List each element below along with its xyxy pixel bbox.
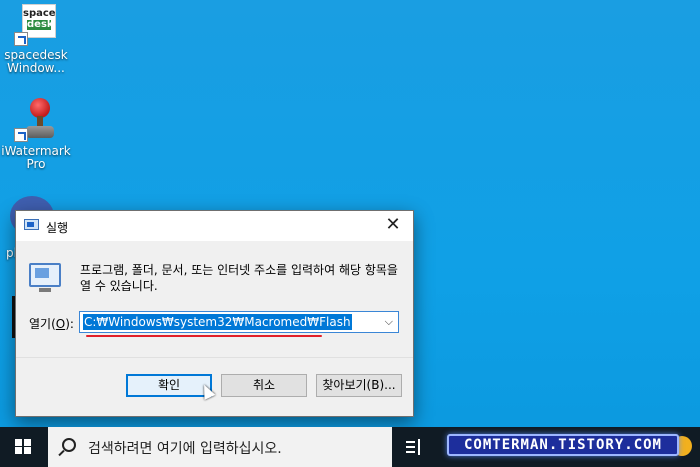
shortcut-arrow-icon: [14, 32, 28, 46]
chevron-down-icon[interactable]: ⌵: [385, 315, 393, 329]
highlight-underline: [86, 335, 322, 337]
shortcut-arrow-icon: [14, 128, 28, 142]
run-icon: [24, 219, 39, 232]
open-label: 열기(O):: [29, 317, 74, 331]
open-combobox[interactable]: C:₩Windows₩system32₩Macromed₩Flash ⌵: [79, 311, 399, 333]
start-button[interactable]: [0, 427, 48, 467]
desktop-icon-iwatermark[interactable]: iWatermark Pro: [0, 98, 72, 171]
close-icon: ✕: [385, 214, 401, 235]
close-button[interactable]: ✕: [373, 211, 413, 241]
watermark-badge: COMTERMAN.TISTORY.COM: [447, 434, 679, 456]
open-input-value[interactable]: C:₩Windows₩system32₩Macromed₩Flash: [83, 314, 352, 330]
run-program-icon: [29, 263, 63, 293]
desktop-icon-spacedesk[interactable]: space desk spacedesk Window...: [0, 2, 72, 75]
desktop-icon-label: spacedesk Window...: [4, 48, 68, 75]
iwatermark-app-icon: [12, 98, 60, 142]
desktop-icon-label: iWatermark Pro: [1, 144, 71, 171]
search-icon: [62, 438, 76, 452]
spacedesk-logo-text-1: space: [23, 8, 56, 19]
windows-logo-icon: [15, 439, 32, 455]
cancel-button[interactable]: 취소: [221, 374, 307, 397]
run-dialog: 실행 ✕ 프로그램, 폴더, 문서, 또는 인터넷 주소를 입력하여 해당 항목…: [15, 210, 414, 417]
search-placeholder: 검색하려면 여기에 입력하십시오.: [88, 441, 282, 457]
spacedesk-app-icon: space desk: [12, 2, 60, 46]
task-view-icon[interactable]: [406, 439, 426, 455]
dialog-description: 프로그램, 폴더, 문서, 또는 인터넷 주소를 입력하여 해당 항목을 열 수…: [80, 263, 398, 293]
dialog-titlebar[interactable]: 실행 ✕: [16, 211, 413, 241]
dialog-title: 실행: [46, 221, 69, 235]
browse-button[interactable]: 찾아보기(B)...: [316, 374, 402, 397]
taskbar-search-box[interactable]: 검색하려면 여기에 입력하십시오.: [48, 427, 392, 467]
dialog-button-bar: 확인 취소 찾아보기(B)...: [16, 357, 413, 416]
spacedesk-logo-text-2: desk: [27, 19, 54, 30]
